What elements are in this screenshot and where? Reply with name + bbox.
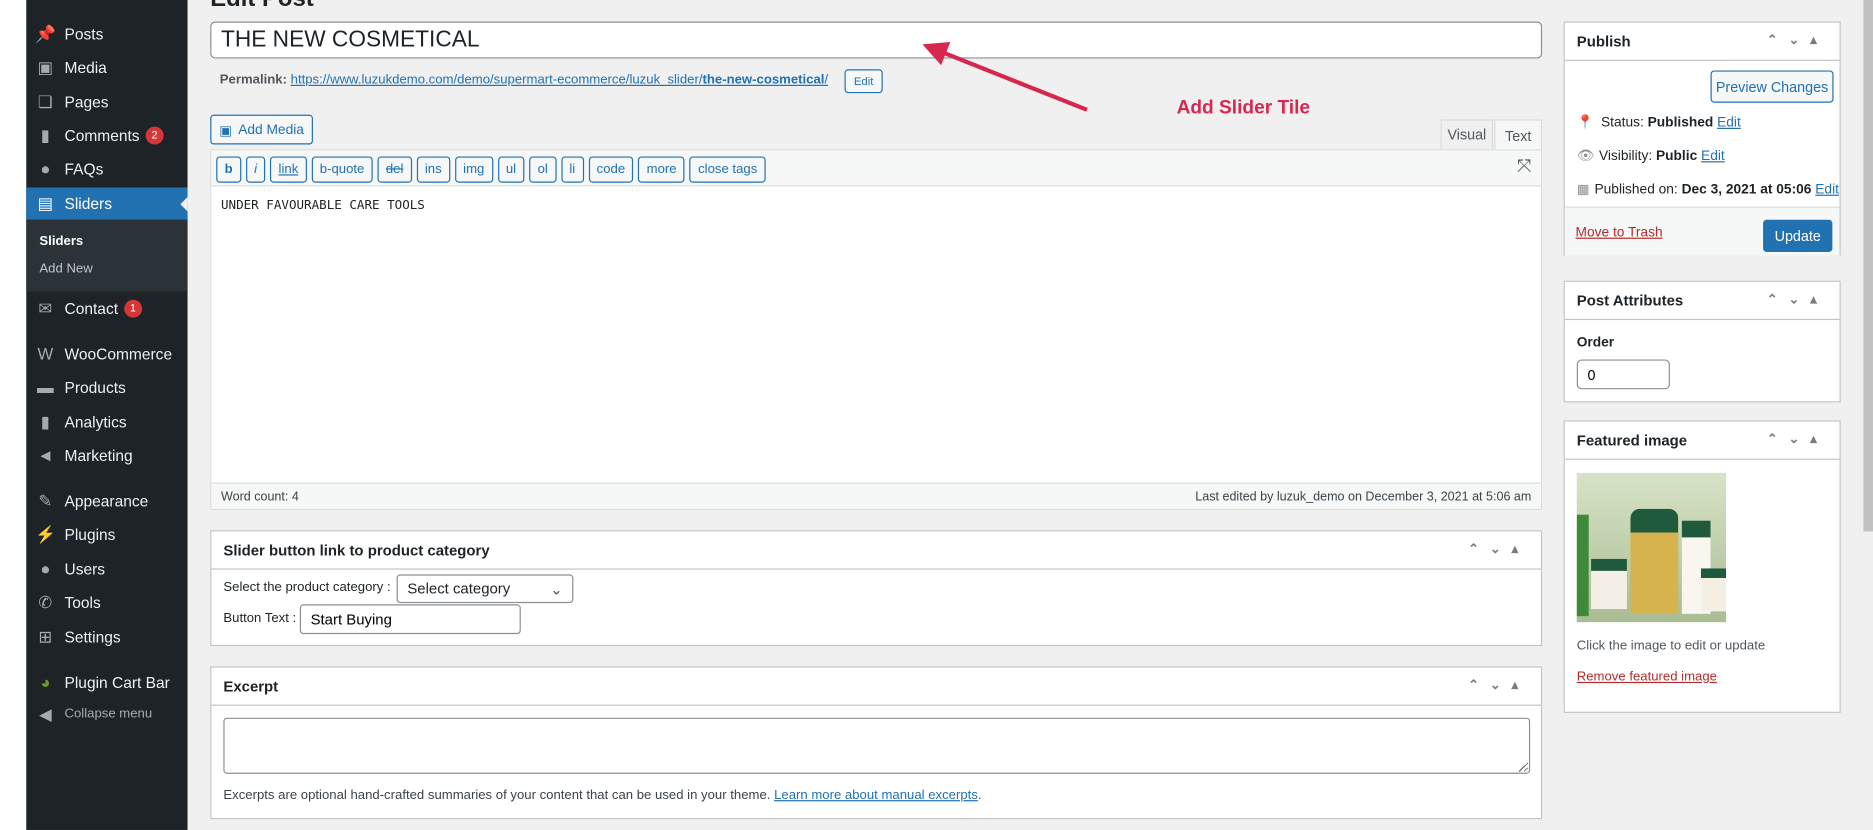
order-label: Order	[1576, 335, 1615, 350]
status-row: 📍 Status: Published Edit	[1576, 115, 1741, 131]
metabox-controls-icon[interactable]: ⌃⌄▴	[1767, 431, 1828, 446]
scrollbar-thumb[interactable]	[1863, 0, 1873, 532]
excerpt-learn-more-link[interactable]: Learn more about manual excerpts	[774, 788, 978, 802]
metabox-header: Excerpt ⌃⌄▴	[211, 668, 1541, 706]
excerpt-textarea[interactable]	[223, 717, 1531, 774]
move-to-trash-link[interactable]: Move to Trash	[1576, 226, 1663, 240]
metabox-header: Slider button link to product category ⌃⌄…	[211, 531, 1541, 570]
featured-image-metabox: Featured image ⌃⌄▴ Click the image to edi…	[1563, 420, 1841, 713]
button-text-label: Button Text :	[223, 611, 297, 626]
published-row: ▦ Published on: Dec 3, 2021 at 05:06 Edit	[1576, 182, 1839, 198]
button-text-input[interactable]	[299, 604, 521, 635]
eye-icon: 👁	[1576, 149, 1595, 164]
visibility-edit-link[interactable]: Edit	[1701, 149, 1725, 163]
metabox-controls-icon[interactable]: ⌃⌄▴	[1468, 541, 1529, 556]
visibility-row: 👁 Visibility: Public Edit	[1576, 149, 1725, 164]
publish-actions: Move to Trash Update	[1564, 206, 1840, 256]
calendar-icon: ▦	[1576, 182, 1590, 198]
excerpt-help: Excerpts are optional hand-crafted summa…	[223, 788, 982, 803]
category-select[interactable]: Select category ⌄	[396, 574, 574, 604]
featured-image[interactable]	[1576, 472, 1727, 623]
metabox-controls-icon[interactable]: ⌃⌄▴	[1468, 677, 1529, 692]
metabox-controls-icon[interactable]: ⌃⌄▴	[1767, 32, 1828, 47]
title-arrow	[922, 41, 1088, 112]
metabox-header: Post Attributes ⌃⌄▴	[1564, 282, 1840, 321]
preview-changes-button[interactable]: Preview Changes	[1710, 70, 1834, 103]
update-button[interactable]: Update	[1763, 219, 1833, 252]
metabox-controls-icon[interactable]: ⌃⌄▴	[1767, 291, 1828, 307]
post-attributes-metabox: Post Attributes ⌃⌄▴ Order	[1563, 280, 1841, 403]
metabox-header: Featured image ⌃⌄▴	[1564, 422, 1840, 460]
metabox-header: Publish ⌃⌄▴	[1564, 23, 1840, 61]
featured-caption: Click the image to edit or update	[1576, 638, 1766, 654]
slider-button-metabox: Slider button link to product category ⌃⌄…	[210, 530, 1543, 647]
order-input[interactable]	[1576, 359, 1670, 390]
pin-icon: 📍	[1576, 115, 1594, 131]
publish-metabox: Publish ⌃⌄▴ Preview Changes 📍 Status: Publ…	[1563, 21, 1841, 256]
excerpt-metabox: Excerpt ⌃⌄▴ Excerpts are optional hand-cr…	[210, 666, 1543, 820]
status-edit-link[interactable]: Edit	[1717, 116, 1741, 130]
category-label: Select the product category :	[223, 580, 391, 595]
chevron-down-icon: ⌄	[550, 580, 563, 598]
remove-featured-image-link[interactable]: Remove featured image	[1577, 670, 1717, 684]
date-edit-link[interactable]: Edit	[1815, 183, 1839, 197]
